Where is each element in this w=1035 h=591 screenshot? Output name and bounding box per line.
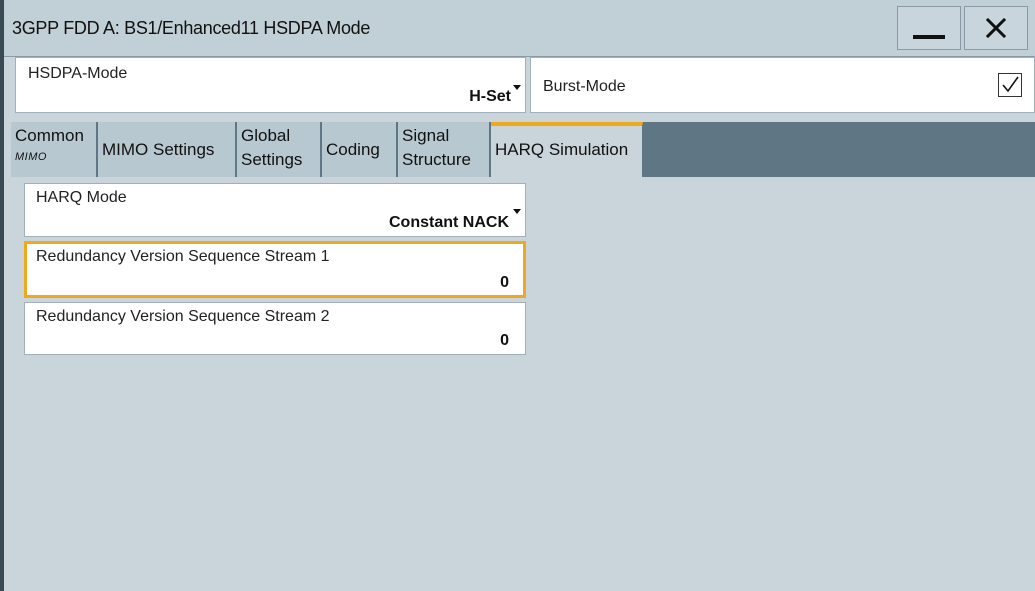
rv-stream1-value: 0 [500,274,509,291]
dropdown-arrow-icon [513,85,521,90]
hsdpa-mode-value: H-Set [469,88,511,105]
tab-common-sublabel: MIMO [15,151,47,163]
rv-stream2-label: Redundancy Version Sequence Stream 2 [36,308,330,325]
close-button[interactable] [964,6,1028,50]
hsdpa-mode-label: HSDPA-Mode [28,65,128,82]
harq-mode-select[interactable]: HARQ Mode Constant NACK [24,183,526,237]
checkmark-icon [1002,76,1019,93]
harq-mode-value: Constant NACK [389,214,509,231]
tab-signal-label-line2: Structure [402,150,471,169]
tab-common-mimo[interactable]: Common MIMO [11,122,97,177]
tab-global-label-line1: Global [241,126,291,145]
burst-mode-field[interactable]: Burst-Mode [530,57,1035,113]
harq-mode-label: HARQ Mode [36,189,127,206]
tab-coding[interactable]: Coding [322,122,397,177]
tab-mimo-settings-label: MIMO Settings [102,140,215,159]
rv-sequence-stream2-field[interactable]: Redundancy Version Sequence Stream 2 0 [24,302,526,355]
tab-global-label-line2: Settings [241,150,303,169]
dropdown-arrow-icon [513,209,521,214]
title-bar[interactable]: 3GPP FDD A: BS1/Enhanced11 HSDPA Mode [4,0,1035,57]
rv-sequence-stream1-field[interactable]: Redundancy Version Sequence Stream 1 0 [24,241,526,298]
hsdpa-mode-select[interactable]: HSDPA-Mode H-Set [15,57,526,113]
rv-stream2-value: 0 [500,332,509,349]
tab-signal-label-line1: Signal [402,126,450,145]
tab-bar: Common MIMO MIMO Settings Global Setting… [11,122,1035,177]
burst-mode-checkbox[interactable] [998,73,1022,97]
tab-global-settings[interactable]: Global Settings [237,122,321,177]
window-title: 3GPP FDD A: BS1/Enhanced11 HSDPA Mode [12,18,371,38]
tab-harq-label: HARQ Simulation [495,140,629,159]
tab-mimo-settings[interactable]: MIMO Settings [98,122,236,177]
dialog-window: 3GPP FDD A: BS1/Enhanced11 HSDPA Mode HS… [0,0,1035,591]
minimize-icon [913,35,945,39]
tab-common-label: Common [15,126,84,145]
tab-coding-label: Coding [326,140,380,159]
tab-signal-structure[interactable]: Signal Structure [398,122,490,177]
burst-mode-label: Burst-Mode [543,78,626,95]
minimize-button[interactable] [897,6,961,50]
close-icon [986,18,1006,38]
rv-stream1-label: Redundancy Version Sequence Stream 1 [36,248,330,265]
tab-harq-simulation[interactable]: HARQ Simulation [491,122,643,177]
